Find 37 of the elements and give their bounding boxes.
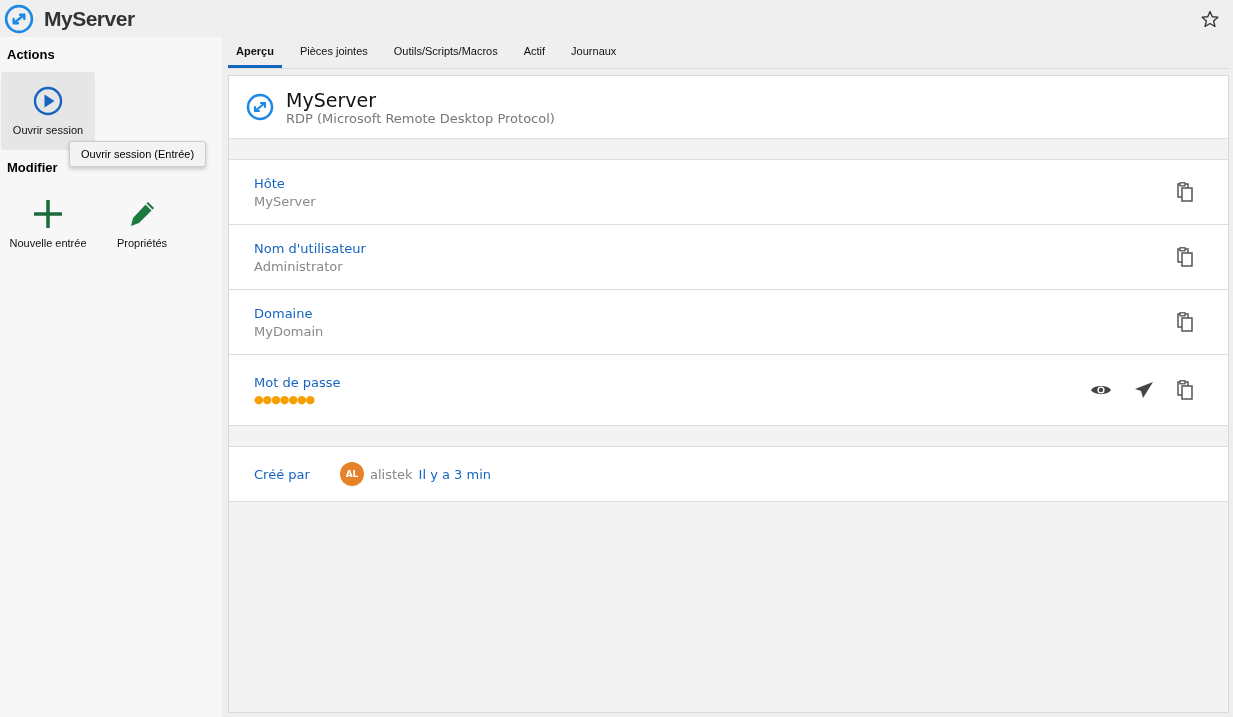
field-value: Administrator — [254, 258, 344, 274]
plus-icon — [33, 199, 63, 229]
tab[interactable]: Aperçu — [228, 37, 282, 68]
tooltip: Ouvrir session (Entrée) — [69, 141, 207, 167]
action-button[interactable]: Ouvrir session — [1, 72, 95, 150]
tab[interactable]: Actif — [515, 37, 554, 68]
field-label: Domaine — [254, 305, 314, 321]
field-label: Hôte — [254, 175, 286, 191]
copy-icon[interactable] — [1176, 312, 1194, 332]
remote-desktop-icon — [4, 3, 34, 34]
field-label: Mot de passe — [254, 374, 341, 390]
remote-desktop-icon — [246, 93, 274, 121]
copy-icon[interactable] — [1176, 247, 1194, 267]
send-icon[interactable] — [1134, 381, 1154, 399]
eye-icon[interactable] — [1090, 383, 1112, 397]
tab[interactable]: Outils/Scripts/Macros — [385, 37, 506, 68]
copy-icon[interactable] — [1176, 380, 1194, 400]
field-label: Nom d'utilisateur — [254, 240, 366, 256]
action-button[interactable]: Nouvelle entrée — [1, 185, 95, 263]
window-title: MyServer — [44, 6, 135, 31]
user-avatar: AL — [340, 462, 364, 486]
tab[interactable]: Pièces jointes — [291, 37, 376, 68]
action-button[interactable]: Propriétés — [95, 185, 189, 263]
copy-icon[interactable] — [1176, 182, 1194, 202]
field-value: MyDomain — [254, 323, 324, 339]
field-value: MyServer — [254, 193, 316, 209]
created-label: Créé par — [254, 466, 311, 482]
entry-name: MyServer — [286, 88, 377, 111]
user-name: alistek — [370, 466, 413, 482]
entry-type: RDP (Microsoft Remote Desktop Protocol) — [286, 110, 555, 126]
password-value: ●●●●●●● — [254, 392, 316, 406]
section-title: Modifier — [6, 160, 59, 175]
star-icon[interactable] — [1201, 9, 1219, 28]
created-time: Il y a 3 min — [418, 466, 491, 482]
play-icon — [33, 86, 63, 116]
section-title: Actions — [6, 47, 56, 62]
tab[interactable]: Journaux — [563, 37, 625, 68]
